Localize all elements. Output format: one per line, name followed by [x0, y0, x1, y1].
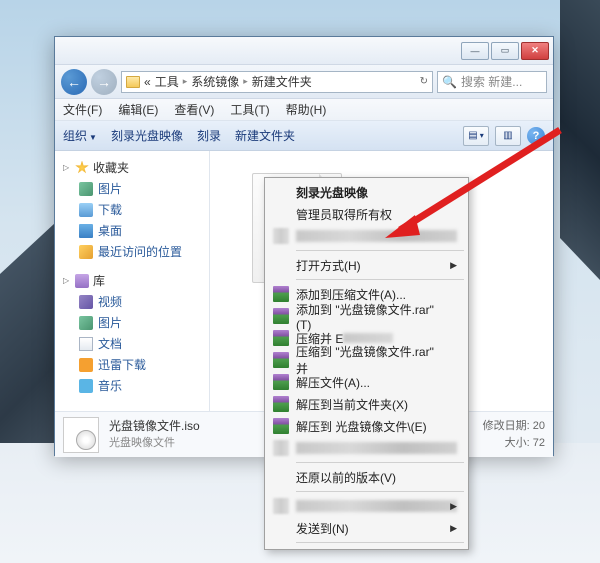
breadcrumb-part[interactable]: 新建文件夹 — [252, 73, 312, 90]
recent-icon — [79, 245, 93, 259]
ctx-separator — [296, 491, 464, 492]
titlebar: — ▭ ✕ — [55, 37, 553, 65]
submenu-arrow-icon: ▶ — [450, 523, 457, 534]
maximize-button[interactable]: ▭ — [491, 42, 519, 60]
burn-button[interactable]: 刻录 — [197, 127, 221, 144]
ctx-separator — [296, 250, 464, 251]
rar-icon — [273, 330, 289, 346]
menu-edit[interactable]: 编辑(E) — [118, 101, 158, 118]
rar-icon — [273, 396, 289, 412]
details-filename: 光盘镜像文件.iso — [109, 417, 200, 435]
view-button[interactable]: ▤▾ — [463, 126, 489, 146]
chevron-icon: ▸ — [183, 76, 188, 87]
rar-icon — [273, 286, 289, 302]
details-size-label: 大小: — [505, 437, 530, 449]
library-icon — [75, 274, 89, 288]
ctx-add-rar[interactable]: 添加到 "光盘镜像文件.rar"(T) — [268, 305, 465, 327]
desktop-icon — [79, 224, 93, 238]
music-icon — [79, 379, 93, 393]
wallpaper-mountain-right — [560, 0, 600, 280]
blur-icon — [273, 440, 289, 456]
breadcrumb-part[interactable]: 系统镜像 — [191, 73, 239, 90]
search-placeholder: 搜索 新建... — [461, 73, 522, 90]
blur-icon — [273, 498, 289, 514]
toolbar: 组织▼ 刻录光盘映像 刻录 新建文件夹 ▤▾ ▥ ? — [55, 121, 553, 151]
close-button[interactable]: ✕ — [521, 42, 549, 60]
address-bar[interactable]: « 工具 ▸ 系统镜像 ▸ 新建文件夹 ↻ — [121, 71, 433, 93]
sidebar-item-pictures[interactable]: 图片 — [59, 178, 205, 199]
details-icon — [63, 417, 99, 453]
chevron-icon: ▸ — [243, 76, 248, 87]
burn-image-button[interactable]: 刻录光盘映像 — [111, 127, 183, 144]
forward-button[interactable]: → — [91, 69, 117, 95]
back-button[interactable]: ← — [61, 69, 87, 95]
menu-file[interactable]: 文件(F) — [63, 101, 102, 118]
search-icon: 🔍 — [442, 75, 457, 89]
ctx-restore[interactable]: 还原以前的版本(V) — [268, 466, 465, 488]
ctx-extract[interactable]: 解压文件(A)... — [268, 371, 465, 393]
submenu-arrow-icon: ▶ — [450, 501, 457, 512]
ctx-open-with[interactable]: 打开方式(H)▶ — [268, 254, 465, 276]
rar-icon — [273, 418, 289, 434]
thunder-icon — [79, 358, 93, 372]
sidebar: ▷收藏夹 图片 下载 桌面 最近访问的位置 ▷库 视频 图片 文档 迅雷下载 音… — [55, 151, 210, 411]
organize-button[interactable]: 组织▼ — [63, 127, 97, 144]
breadcrumb-sep: « — [144, 75, 151, 89]
menu-view[interactable]: 查看(V) — [174, 101, 214, 118]
sidebar-item-documents[interactable]: 文档 — [59, 333, 205, 354]
sidebar-item-music[interactable]: 音乐 — [59, 375, 205, 396]
context-menu: 刻录光盘映像 管理员取得所有权 打开方式(H)▶ 添加到压缩文件(A)... 添… — [264, 177, 469, 550]
ctx-send-to[interactable]: 发送到(N)▶ — [268, 517, 465, 539]
ctx-extract-to[interactable]: 解压到 光盘镜像文件\(E) — [268, 415, 465, 437]
ctx-blurred-item[interactable] — [268, 437, 465, 459]
folder-icon — [126, 76, 140, 88]
picture-icon — [79, 182, 93, 196]
sidebar-libraries-header[interactable]: ▷库 — [59, 270, 205, 291]
picture-icon — [79, 316, 93, 330]
ctx-compress-to-email[interactable]: 压缩到 "光盘镜像文件.rar" 并 — [268, 349, 465, 371]
rar-icon — [273, 352, 289, 368]
menu-bar: 文件(F) 编辑(E) 查看(V) 工具(T) 帮助(H) — [55, 99, 553, 121]
download-icon — [79, 203, 93, 217]
nav-bar: ← → « 工具 ▸ 系统镜像 ▸ 新建文件夹 ↻ 🔍 搜索 新建... — [55, 65, 553, 99]
sidebar-item-pictures2[interactable]: 图片 — [59, 312, 205, 333]
video-icon — [79, 295, 93, 309]
menu-tools[interactable]: 工具(T) — [230, 101, 269, 118]
sidebar-favorites-header[interactable]: ▷收藏夹 — [59, 157, 205, 178]
ctx-burn-image[interactable]: 刻录光盘映像 — [268, 181, 465, 203]
document-icon — [79, 337, 93, 351]
ctx-separator — [296, 462, 464, 463]
breadcrumb-part[interactable]: 工具 — [155, 73, 179, 90]
sidebar-item-recent[interactable]: 最近访问的位置 — [59, 241, 205, 262]
ctx-extract-here[interactable]: 解压到当前文件夹(X) — [268, 393, 465, 415]
ctx-blurred-item[interactable] — [268, 225, 465, 247]
ctx-separator — [296, 542, 464, 543]
new-folder-button[interactable]: 新建文件夹 — [235, 127, 295, 144]
menu-help[interactable]: 帮助(H) — [286, 101, 327, 118]
star-icon — [75, 161, 89, 175]
minimize-button[interactable]: — — [461, 42, 489, 60]
details-filetype: 光盘映像文件 — [109, 435, 200, 452]
details-moddate-label: 修改日期: — [483, 420, 530, 432]
sidebar-item-videos[interactable]: 视频 — [59, 291, 205, 312]
sidebar-item-downloads[interactable]: 下载 — [59, 199, 205, 220]
rar-icon — [273, 374, 289, 390]
blur-icon — [273, 228, 289, 244]
sidebar-item-desktop[interactable]: 桌面 — [59, 220, 205, 241]
search-input[interactable]: 🔍 搜索 新建... — [437, 71, 547, 93]
preview-button[interactable]: ▥ — [495, 126, 521, 146]
ctx-blurred-item[interactable]: ▶ — [268, 495, 465, 517]
ctx-admin-owner[interactable]: 管理员取得所有权 — [268, 203, 465, 225]
help-icon[interactable]: ? — [527, 127, 545, 145]
ctx-separator — [296, 279, 464, 280]
submenu-arrow-icon: ▶ — [450, 260, 457, 271]
refresh-icon[interactable]: ↻ — [420, 76, 428, 87]
sidebar-item-thunder[interactable]: 迅雷下载 — [59, 354, 205, 375]
rar-icon — [273, 308, 289, 324]
